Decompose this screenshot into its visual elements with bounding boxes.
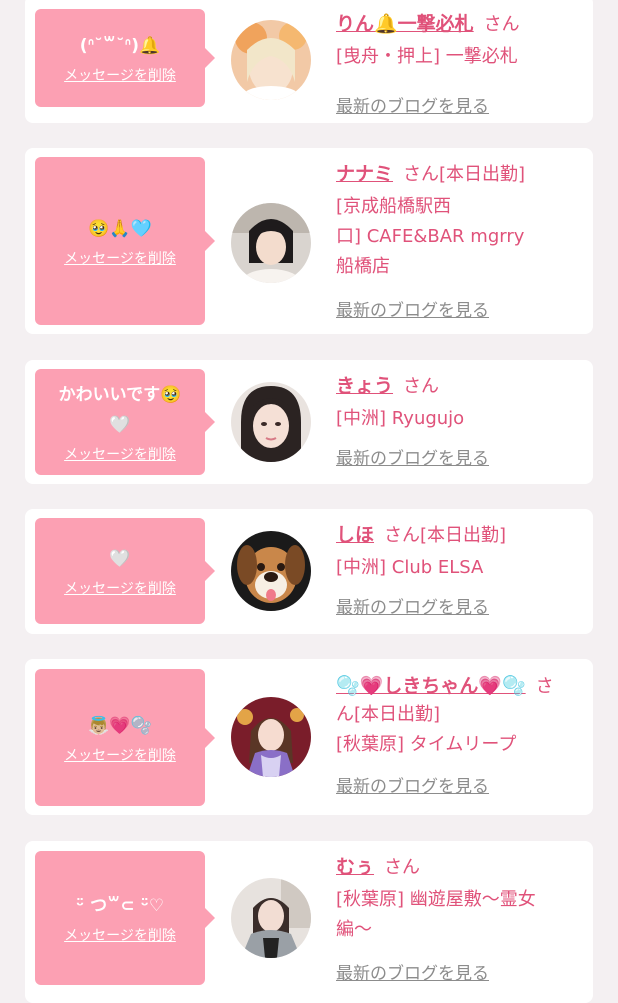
cast-info: むぅ さん [秋葉原] 幽遊屋敷〜霊女 編〜 最新のブログを見る xyxy=(336,852,586,984)
message-text: 🤍 xyxy=(109,549,131,569)
honorific: さん[本日出勤] xyxy=(384,525,507,546)
avatar-image xyxy=(231,382,311,462)
shop-line: 口] CAFE&BAR mgrry xyxy=(336,226,525,247)
shop-line: [曳舟・押上] 一撃必札 xyxy=(336,46,518,67)
avatar[interactable] xyxy=(231,697,311,777)
message-bubble: 🥹🙏🩵 メッセージを削除 xyxy=(35,157,215,325)
shop-line: 編〜 xyxy=(336,919,372,940)
message-text: 🥹🙏🩵 xyxy=(88,219,152,239)
cast-name-link[interactable]: りん🔔一撃必札 xyxy=(336,13,474,35)
avatar[interactable] xyxy=(231,878,311,958)
delete-message-link[interactable]: メッセージを削除 xyxy=(64,248,176,268)
message-bubble: ᵕ̈ つ꒳⊂ ᵕ̈♡ メッセージを削除 xyxy=(35,851,215,985)
message-text: かわいいです🥹 xyxy=(58,385,182,405)
message-text: 👼🏼💗🫧 xyxy=(88,715,152,736)
message-card: かわいいです🥹 🤍 メッセージを削除 きょう さん [中洲] Ryugujo 最新… xyxy=(25,360,593,484)
delete-message-link[interactable]: メッセージを削除 xyxy=(64,925,176,945)
cast-name-link[interactable]: きょう xyxy=(336,375,393,397)
cast-info: 🫧💗しきちゃん💗🫧 さ ん[本日出勤] [秋葉原] タイムリープ 最新のブログを見… xyxy=(336,671,586,797)
message-card: (ᐢ˘꒳˘ᐢ)🔔 メッセージを削除 りん🔔一撃必札 さん [曳舟・押上] 一撃必札… xyxy=(25,0,593,123)
avatar-image xyxy=(231,697,311,777)
honorific: さん xyxy=(384,857,421,878)
shop-line: [京成船橋駅西 xyxy=(336,196,452,217)
latest-blog-link[interactable]: 最新のブログを見る xyxy=(336,772,489,797)
latest-blog-link[interactable]: 最新のブログを見る xyxy=(336,444,489,469)
message-card: 🤍 メッセージを削除 しほ さん[本日出勤] [中洲] Club ELSA 最新の… xyxy=(25,509,593,634)
cast-info: きょう さん [中洲] Ryugujo 最新のブログを見る xyxy=(336,371,586,469)
avatar-image xyxy=(231,531,311,611)
message-text: (ᐢ˘꒳˘ᐢ)🔔 xyxy=(79,36,161,56)
honorific: さん xyxy=(483,14,520,35)
cast-info: ナナミ さん[本日出勤] [京成船橋駅西 口] CAFE&BAR mgrry 船橋… xyxy=(336,159,586,321)
message-card: 🥹🙏🩵 メッセージを削除 ナナミ さん[本日出勤] [京成船橋駅西 口] CAFE… xyxy=(25,148,593,334)
latest-blog-link[interactable]: 最新のブログを見る xyxy=(336,959,489,984)
message-bubble: 👼🏼💗🫧 メッセージを削除 xyxy=(35,669,215,806)
shop-line: [中洲] Club ELSA xyxy=(336,557,484,578)
cast-info: りん🔔一撃必札 さん [曳舟・押上] 一撃必札 最新のブログを見る xyxy=(336,9,586,117)
shop-line: ん[本日出勤] xyxy=(336,704,441,725)
message-card: 👼🏼💗🫧 メッセージを削除 🫧💗しきちゃん💗🫧 さ ん[本日出勤] [秋葉原] タ… xyxy=(25,659,593,815)
honorific: さ xyxy=(535,676,554,697)
latest-blog-link[interactable]: 最新のブログを見る xyxy=(336,92,489,117)
message-text: ᵕ̈ つ꒳⊂ ᵕ̈♡ xyxy=(75,896,165,916)
cast-info: しほ さん[本日出勤] [中洲] Club ELSA 最新のブログを見る xyxy=(336,520,586,618)
message-bubble: 🤍 メッセージを削除 xyxy=(35,518,215,624)
shop-line: [中洲] Ryugujo xyxy=(336,408,465,429)
shop-line: [秋葉原] タイムリープ xyxy=(336,734,517,755)
avatar[interactable] xyxy=(231,531,311,611)
avatar[interactable] xyxy=(231,382,311,462)
message-card: ᵕ̈ つ꒳⊂ ᵕ̈♡ メッセージを削除 むぅ さん [秋葉原] 幽遊屋敷〜霊女 編… xyxy=(25,841,593,1003)
message-bubble: (ᐢ˘꒳˘ᐢ)🔔 メッセージを削除 xyxy=(35,9,215,107)
avatar-image xyxy=(231,203,311,283)
honorific: さん[本日出勤] xyxy=(403,164,526,185)
shop-line: 船橋店 xyxy=(336,256,390,277)
cast-name-link[interactable]: ナナミ xyxy=(336,163,393,185)
shop-line: [秋葉原] 幽遊屋敷〜霊女 xyxy=(336,889,536,910)
avatar[interactable] xyxy=(231,20,311,100)
delete-message-link[interactable]: メッセージを削除 xyxy=(64,745,176,765)
delete-message-link[interactable]: メッセージを削除 xyxy=(64,444,176,464)
avatar[interactable] xyxy=(231,203,311,283)
avatar-image xyxy=(231,878,311,958)
honorific: さん xyxy=(403,376,440,397)
cast-name-link[interactable]: むぅ xyxy=(336,856,374,878)
avatar-image xyxy=(231,20,311,100)
delete-message-link[interactable]: メッセージを削除 xyxy=(64,65,176,85)
cast-name-link[interactable]: しほ xyxy=(336,524,374,546)
latest-blog-link[interactable]: 最新のブログを見る xyxy=(336,593,489,618)
latest-blog-link[interactable]: 最新のブログを見る xyxy=(336,296,489,321)
message-text: 🤍 xyxy=(109,415,131,435)
cast-name-link[interactable]: 🫧💗しきちゃん💗🫧 xyxy=(336,675,526,697)
delete-message-link[interactable]: メッセージを削除 xyxy=(64,578,176,598)
message-bubble: かわいいです🥹 🤍 メッセージを削除 xyxy=(35,369,215,475)
